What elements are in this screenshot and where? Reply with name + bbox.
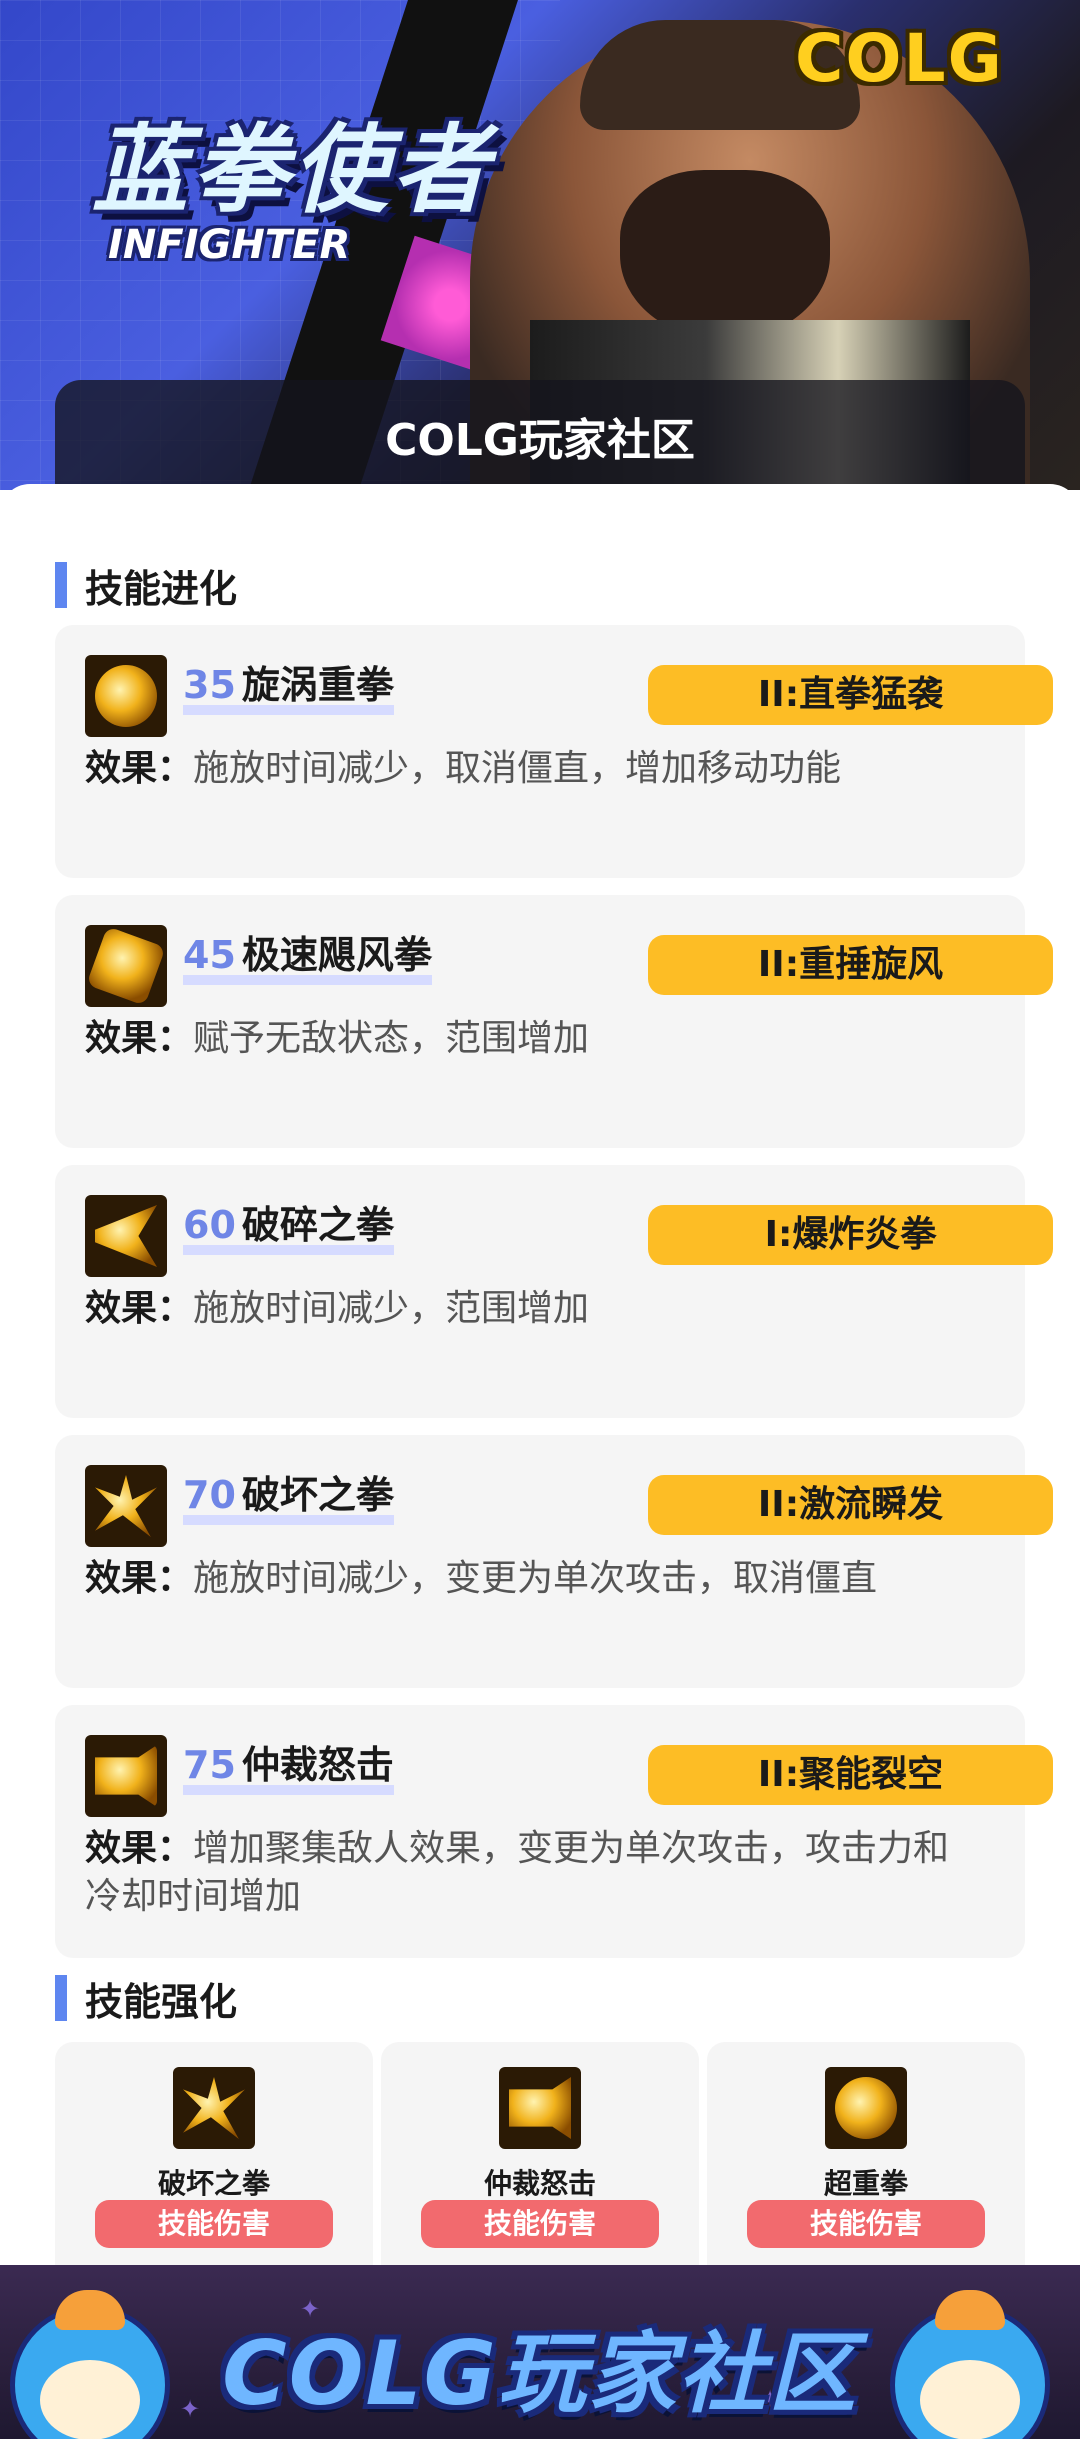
community-bar[interactable]: COLG玩家社区 — [55, 380, 1025, 485]
section-accent-bar — [55, 1975, 67, 2021]
enhancement-card: 超重拳 技能伤害 — [707, 2042, 1025, 2267]
destruction-fist-icon — [85, 1465, 167, 1547]
arbitration-strike-icon — [499, 2067, 581, 2149]
section-skill-enhancement: 技能强化 — [55, 1973, 238, 2024]
effect-prefix: 效果： — [85, 1558, 194, 1599]
skill-effect: 效果：赋予无敌状态，范围增加 — [85, 1015, 965, 1063]
skill-effect: 效果：增加聚集敌人效果，变更为单次攻击，攻击力和冷却时间增加 — [85, 1825, 965, 1921]
skill-card: 35 旋涡重拳 ⅠⅠ:直拳猛袭 效果：施放时间减少，取消僵直，增加移动功能 — [55, 625, 1053, 878]
skill-evolution-badge: ⅠⅠ:直拳猛袭 — [648, 665, 1053, 725]
skill-title: 破坏之拳 — [241, 1473, 394, 1517]
effect-prefix: 效果： — [85, 1828, 194, 1869]
skill-name: 35 旋涡重拳 — [183, 665, 394, 715]
skill-title: 破碎之拳 — [241, 1203, 394, 1247]
enhancement-skill-name: 仲裁怒击 — [483, 2167, 596, 2200]
skill-level: 45 — [183, 933, 236, 977]
section-skill-evolution: 技能进化 — [55, 560, 238, 611]
skill-evolution-badge: ⅠⅠ:重捶旋风 — [648, 935, 1053, 995]
skill-title: 旋涡重拳 — [241, 663, 394, 707]
effect-prefix: 效果： — [85, 1288, 194, 1329]
skill-level: 75 — [183, 1743, 236, 1787]
section-accent-bar — [55, 562, 67, 608]
hurricane-punch-icon — [85, 925, 167, 1007]
skill-evolution-badge: ⅠⅠ:激流瞬发 — [648, 1475, 1053, 1535]
hero-banner: 蓝拳使者 INFIGHTER COLG COLG玩家社区 — [0, 0, 1080, 490]
skill-card: 75 仲裁怒击 ⅠⅠ:聚能裂空 效果：增加聚集敌人效果，变更为单次攻击，攻击力和… — [55, 1705, 1053, 1958]
enhancement-card: 破坏之拳 技能伤害 — [55, 2042, 373, 2267]
skill-title: 极速飓风拳 — [241, 933, 432, 977]
effect-prefix: 效果： — [85, 748, 194, 789]
enhancement-tag: 技能伤害 — [747, 2200, 985, 2248]
effect-text: 增加聚集敌人效果，变更为单次攻击，攻击力和冷却时间增加 — [85, 1828, 950, 1917]
skill-evolution-badge: Ⅰ:爆炸炎拳 — [648, 1205, 1053, 1265]
super-heavy-punch-icon — [825, 2067, 907, 2149]
effect-text: 赋予无敌状态，范围增加 — [193, 1018, 590, 1059]
effect-text: 施放时间减少，取消僵直，增加移动功能 — [193, 748, 842, 789]
effect-prefix: 效果： — [85, 1018, 194, 1059]
skill-name: 45 极速飓风拳 — [183, 935, 432, 985]
enhancement-skill-name: 破坏之拳 — [157, 2167, 270, 2200]
footer-banner-title: COLG玩家社区 — [222, 2322, 858, 2425]
effect-text: 施放时间减少，变更为单次攻击，取消僵直 — [193, 1558, 878, 1599]
character-beard — [620, 170, 830, 340]
skill-effect: 效果：施放时间减少，变更为单次攻击，取消僵直 — [85, 1555, 965, 1603]
skill-card: 70 破坏之拳 ⅠⅠ:激流瞬发 效果：施放时间减少，变更为单次攻击，取消僵直 — [55, 1435, 1053, 1688]
skill-level: 70 — [183, 1473, 236, 1517]
shatter-fist-icon — [85, 1195, 167, 1277]
skill-level: 35 — [183, 663, 236, 707]
section-title: 技能进化 — [85, 566, 238, 611]
colg-logo: COLG — [795, 20, 1004, 97]
destruction-fist-icon — [173, 2067, 255, 2149]
class-title: 蓝拳使者 — [92, 114, 492, 226]
skill-effect: 效果：施放时间减少，取消僵直，增加移动功能 — [85, 745, 965, 793]
skill-effect: 效果：施放时间减少，范围增加 — [85, 1285, 965, 1333]
footer-banner[interactable]: ✦ ✦ ✦ COLG玩家社区 — [0, 2265, 1080, 2439]
vortex-punch-icon — [85, 655, 167, 737]
enhancement-card: 仲裁怒击 技能伤害 — [381, 2042, 699, 2267]
skill-name: 70 破坏之拳 — [183, 1475, 394, 1525]
class-subtitle: INFIGHTER — [108, 222, 351, 268]
community-label: COLG玩家社区 — [385, 415, 695, 466]
enhancement-skill-name: 超重拳 — [823, 2167, 908, 2200]
skill-title: 仲裁怒击 — [241, 1743, 394, 1787]
enhancement-tag: 技能伤害 — [421, 2200, 659, 2248]
skill-name: 60 破碎之拳 — [183, 1205, 394, 1255]
skill-name: 75 仲裁怒击 — [183, 1745, 394, 1795]
skill-level: 60 — [183, 1203, 236, 1247]
skill-card: 60 破碎之拳 Ⅰ:爆炸炎拳 效果：施放时间减少，范围增加 — [55, 1165, 1053, 1418]
effect-text: 施放时间减少，范围增加 — [193, 1288, 590, 1329]
section-title: 技能强化 — [85, 1979, 238, 2024]
skill-evolution-badge: ⅠⅠ:聚能裂空 — [648, 1745, 1053, 1805]
arbitration-strike-icon — [85, 1735, 167, 1817]
enhancement-tag: 技能伤害 — [95, 2200, 333, 2248]
skill-card: 45 极速飓风拳 ⅠⅠ:重捶旋风 效果：赋予无敌状态，范围增加 — [55, 895, 1053, 1148]
